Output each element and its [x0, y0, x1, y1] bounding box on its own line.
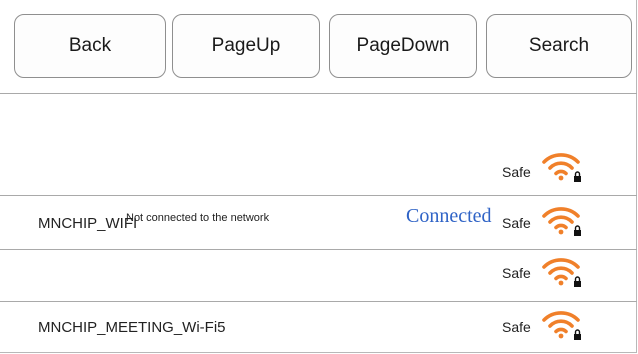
- toolbar: Back PageUp PageDown Search: [0, 0, 637, 94]
- wifi-locked-icon: [542, 207, 581, 236]
- page-up-button[interactable]: PageUp: [172, 14, 320, 78]
- network-row[interactable]: MNCHIP_WIFI Safe: [0, 196, 637, 250]
- wifi-locked-icon: [542, 258, 581, 287]
- wifi-panel: Back PageUp PageDown Search Not connecte…: [0, 0, 637, 353]
- network-ssid: MNCHIP_WIFI: [38, 215, 138, 232]
- back-button[interactable]: Back: [14, 14, 166, 78]
- security-label: Safe: [502, 164, 531, 180]
- wifi-locked-icon: [542, 311, 581, 340]
- security-label: Safe: [502, 215, 531, 231]
- security-label: Safe: [502, 319, 531, 335]
- network-ssid: MNCHIP_MEETING_Wi-Fi5: [38, 319, 226, 336]
- network-row[interactable]: Not connected to the network Safe: [0, 94, 637, 224]
- security-label: Safe: [502, 265, 531, 281]
- wifi-locked-icon: [542, 153, 581, 182]
- network-row[interactable]: MNCHIP_MEETING_Wi-Fi5 Safe: [0, 302, 637, 354]
- search-button[interactable]: Search: [486, 14, 632, 78]
- network-row[interactable]: Safe: [0, 250, 637, 302]
- connected-label: Connected: [406, 205, 492, 227]
- page-down-button[interactable]: PageDown: [329, 14, 477, 78]
